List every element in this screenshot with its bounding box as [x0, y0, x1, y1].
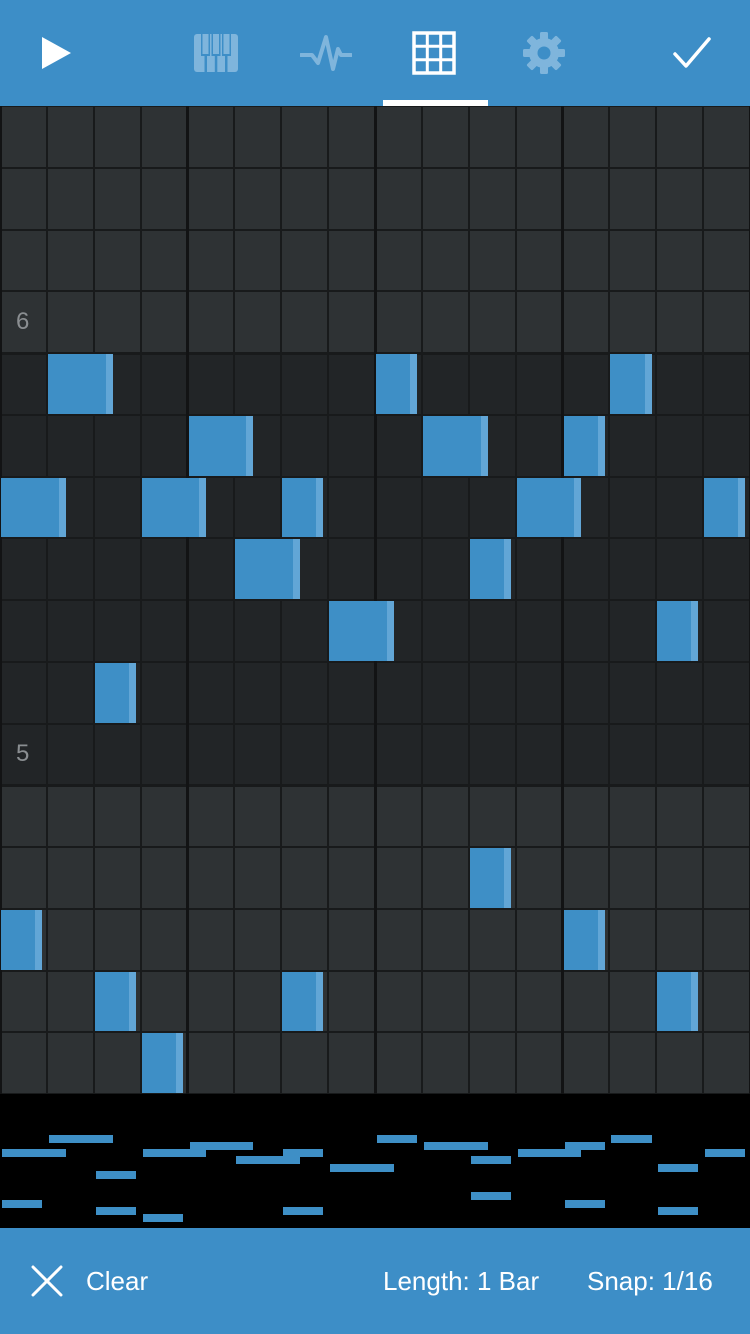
tab-waveform[interactable]	[290, 0, 362, 106]
note-block[interactable]	[94, 662, 136, 723]
octave-label: 6	[16, 308, 30, 336]
overview-note	[283, 1206, 324, 1215]
top-toolbar	[0, 0, 750, 106]
note-block[interactable]	[469, 539, 511, 599]
overview-note	[658, 1163, 699, 1172]
note-block[interactable]	[657, 971, 699, 1032]
note-grid[interactable]: 65	[0, 106, 750, 1094]
note-block[interactable]	[704, 477, 746, 538]
clear-label[interactable]: Clear	[86, 1228, 148, 1334]
gear-icon	[523, 32, 565, 74]
note-block[interactable]	[329, 601, 394, 661]
step-divider	[280, 106, 283, 1094]
overview-note	[2, 1199, 43, 1208]
step-divider	[45, 106, 48, 1094]
note-block[interactable]	[516, 477, 582, 538]
tab-settings[interactable]	[508, 0, 580, 106]
overview-note	[330, 1163, 394, 1172]
bottom-toolbar: Clear Length: 1 Bar Snap: 1/16	[0, 1228, 750, 1334]
step-divider	[139, 106, 142, 1094]
note-block[interactable]	[141, 1033, 183, 1093]
step-divider	[655, 106, 658, 1094]
tab-piano-keys[interactable]	[180, 0, 252, 106]
step-divider	[702, 106, 705, 1094]
beat-divider	[186, 106, 189, 1094]
tab-grid[interactable]	[398, 0, 470, 106]
step-divider	[327, 106, 330, 1094]
note-block[interactable]	[1, 909, 43, 970]
overview-note	[470, 1156, 511, 1165]
step-divider	[92, 106, 95, 1094]
octave-label: 5	[16, 740, 30, 768]
overview-note	[236, 1156, 300, 1165]
note-block[interactable]	[235, 539, 300, 599]
note-block[interactable]	[188, 415, 254, 476]
note-block[interactable]	[282, 971, 324, 1032]
overview-note	[658, 1206, 699, 1215]
overview-note	[95, 1206, 136, 1215]
note-block[interactable]	[141, 477, 207, 538]
note-block[interactable]	[469, 848, 511, 908]
note-block[interactable]	[376, 354, 418, 414]
overview-note	[517, 1149, 582, 1158]
note-block[interactable]	[563, 909, 605, 970]
overview-note	[2, 1149, 66, 1158]
overview-note	[142, 1214, 183, 1222]
overview-note	[470, 1192, 511, 1201]
play-icon	[42, 37, 71, 69]
step-divider	[233, 106, 236, 1094]
pattern-overview[interactable]	[0, 1094, 750, 1228]
done-button[interactable]	[656, 0, 728, 106]
checkmark-icon	[673, 37, 711, 68]
note-block[interactable]	[610, 354, 652, 414]
waveform-icon	[300, 35, 352, 71]
step-divider	[608, 106, 611, 1094]
note-block[interactable]	[47, 354, 113, 414]
overview-note	[705, 1149, 746, 1158]
snap-selector[interactable]: Snap: 1/16	[587, 1228, 713, 1334]
grid-icon	[412, 31, 456, 75]
piano-keys-icon	[194, 34, 238, 72]
overview-note	[423, 1142, 488, 1150]
length-selector[interactable]: Length: 1 Bar	[383, 1228, 539, 1334]
note-block[interactable]	[282, 477, 324, 538]
note-block[interactable]	[657, 601, 699, 661]
beat-divider	[373, 106, 377, 1094]
overview-note	[611, 1134, 652, 1143]
step-divider	[420, 106, 423, 1094]
overview-note	[377, 1134, 418, 1143]
note-block[interactable]	[1, 477, 66, 538]
play-button[interactable]	[20, 0, 92, 106]
overview-note	[95, 1170, 136, 1179]
overview-note	[48, 1134, 113, 1143]
note-block[interactable]	[94, 971, 136, 1032]
note-block[interactable]	[422, 415, 488, 476]
step-divider	[467, 106, 470, 1094]
note-block[interactable]	[563, 415, 605, 476]
overview-note	[142, 1149, 207, 1158]
step-divider	[514, 106, 517, 1094]
overview-note	[564, 1199, 605, 1208]
close-icon	[31, 1265, 63, 1297]
